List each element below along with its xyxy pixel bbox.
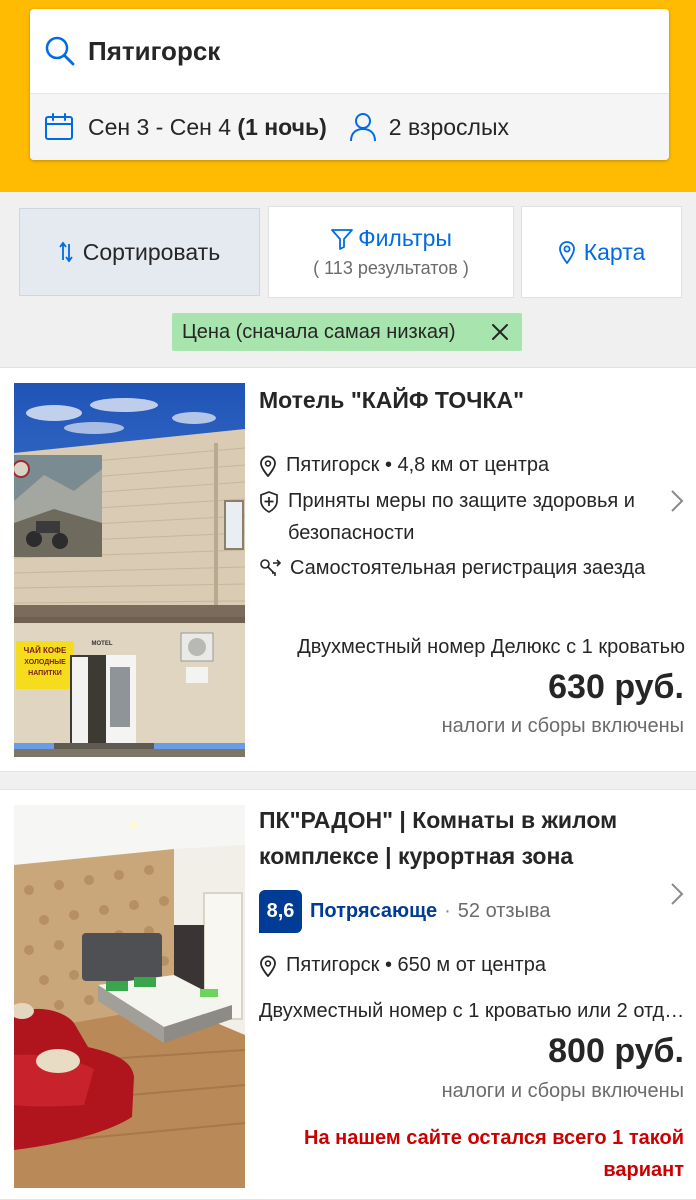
- guests-value: 2 взрослых: [388, 113, 510, 140]
- health-text: Приняты меры по защите здоровья и безопа…: [288, 490, 635, 544]
- dates-range: Сен 3 - Сен 4: [88, 113, 238, 140]
- taxes-note: налоги и сборы включены: [441, 1080, 684, 1102]
- active-sort-chip: Цена (сначала самая низкая): [172, 313, 522, 351]
- shield-cross-icon: [260, 491, 278, 513]
- chevron-right-icon[interactable]: [670, 882, 684, 906]
- score-word: Потрясающе: [310, 900, 438, 922]
- map-pin-icon: [260, 955, 276, 977]
- listing-card[interactable]: ПК"РАДОН" | Комнаты в жилом комплексе | …: [0, 789, 696, 1200]
- listing-title[interactable]: Мотель "КАЙФ ТОЧКА": [259, 382, 679, 418]
- room-type: Двухместный номер Делюкс с 1 кроватью: [297, 636, 685, 658]
- listing-card[interactable]: ЧАЙ КОФЕ ХОЛОДНЫЕ НАПИТКИ MOTEL Мотель "…: [0, 367, 696, 772]
- chevron-right-icon[interactable]: [670, 489, 684, 513]
- checkin-text: Самостоятельная регистрация заезда: [290, 557, 646, 579]
- location-row: Пятигорск • 650 м от центра: [259, 949, 546, 981]
- filter-button[interactable]: Фильтры ( 113 результатов ): [268, 206, 514, 298]
- price: 630 руб.: [548, 668, 684, 706]
- map-pin-icon: [558, 241, 575, 264]
- active-sort-label: Цена (сначала самая низкая): [182, 320, 456, 343]
- results-toolbar: Сортировать Фильтры ( 113 результатов ) …: [0, 206, 696, 298]
- score-badge: 8,6: [259, 890, 302, 933]
- separator-dot: ·: [444, 900, 451, 922]
- checkin-row: Самостоятельная регистрация заезда: [259, 552, 659, 584]
- sign-text-cold: ХОЛОДНЫЕ: [24, 659, 66, 666]
- person-icon: [349, 113, 376, 142]
- dates-guests-row: Сен 3 - Сен 4 (1 ночь) 2 взрослых: [30, 94, 669, 160]
- sign-text-drinks: НАПИТКИ: [28, 670, 62, 677]
- property-photo: ЧАЙ КОФЕ ХОЛОДНЫЕ НАПИТКИ MOTEL: [14, 383, 245, 757]
- map-label: Карта: [583, 238, 646, 265]
- sort-button[interactable]: Сортировать: [19, 208, 260, 296]
- location-text: Пятигорск • 650 м от центра: [286, 954, 546, 976]
- sign-text-motel: MOTEL: [92, 641, 113, 647]
- review-count: 52 отзыва: [457, 900, 551, 922]
- sort-label: Сортировать: [82, 238, 221, 265]
- destination-value: Пятигорск: [88, 35, 221, 66]
- search-icon: [45, 36, 75, 66]
- scarcity-message: На нашем сайте остался всего 1 такой вар…: [304, 1127, 684, 1181]
- filter-icon: [331, 228, 353, 250]
- self-checkin-icon: [260, 559, 281, 576]
- search-panel: Пятигорск Сен 3 - Сен 4 (1 ночь) 2 взрос…: [0, 0, 696, 192]
- close-icon[interactable]: [490, 322, 510, 342]
- guests-field[interactable]: 2 взрослых: [349, 112, 509, 142]
- map-button[interactable]: Карта: [521, 206, 682, 298]
- calendar-icon: [45, 113, 73, 140]
- map-pin-icon: [260, 455, 276, 477]
- review-score: 8,6 Потрясающе · 52 отзыва: [259, 890, 550, 933]
- listing-title[interactable]: ПК"РАДОН" | Комнаты в жилом комплексе | …: [259, 802, 679, 874]
- filter-label: Фильтры: [358, 225, 452, 251]
- sign-text-tea: ЧАЙ КОФЕ: [24, 646, 67, 655]
- results-count: ( 113 результатов ): [313, 258, 469, 278]
- health-row: Приняты меры по защите здоровья и безопа…: [259, 485, 659, 549]
- price: 800 руб.: [548, 1032, 684, 1070]
- location-row: Пятигорск • 4,8 км от центра: [259, 449, 549, 481]
- room-type: Двухместный номер с 1 кроватью или 2 отд…: [259, 1000, 685, 1022]
- location-text: Пятигорск • 4,8 км от центра: [286, 454, 550, 476]
- nights-count: (1 ночь): [237, 113, 327, 140]
- taxes-note: налоги и сборы включены: [441, 715, 684, 737]
- dates-field[interactable]: Сен 3 - Сен 4 (1 ночь): [88, 114, 327, 141]
- property-photo: [14, 805, 245, 1188]
- search-box: Пятигорск Сен 3 - Сен 4 (1 ночь) 2 взрос…: [30, 9, 669, 160]
- destination-field[interactable]: Пятигорск: [30, 9, 669, 94]
- sort-arrows-icon: [59, 241, 73, 263]
